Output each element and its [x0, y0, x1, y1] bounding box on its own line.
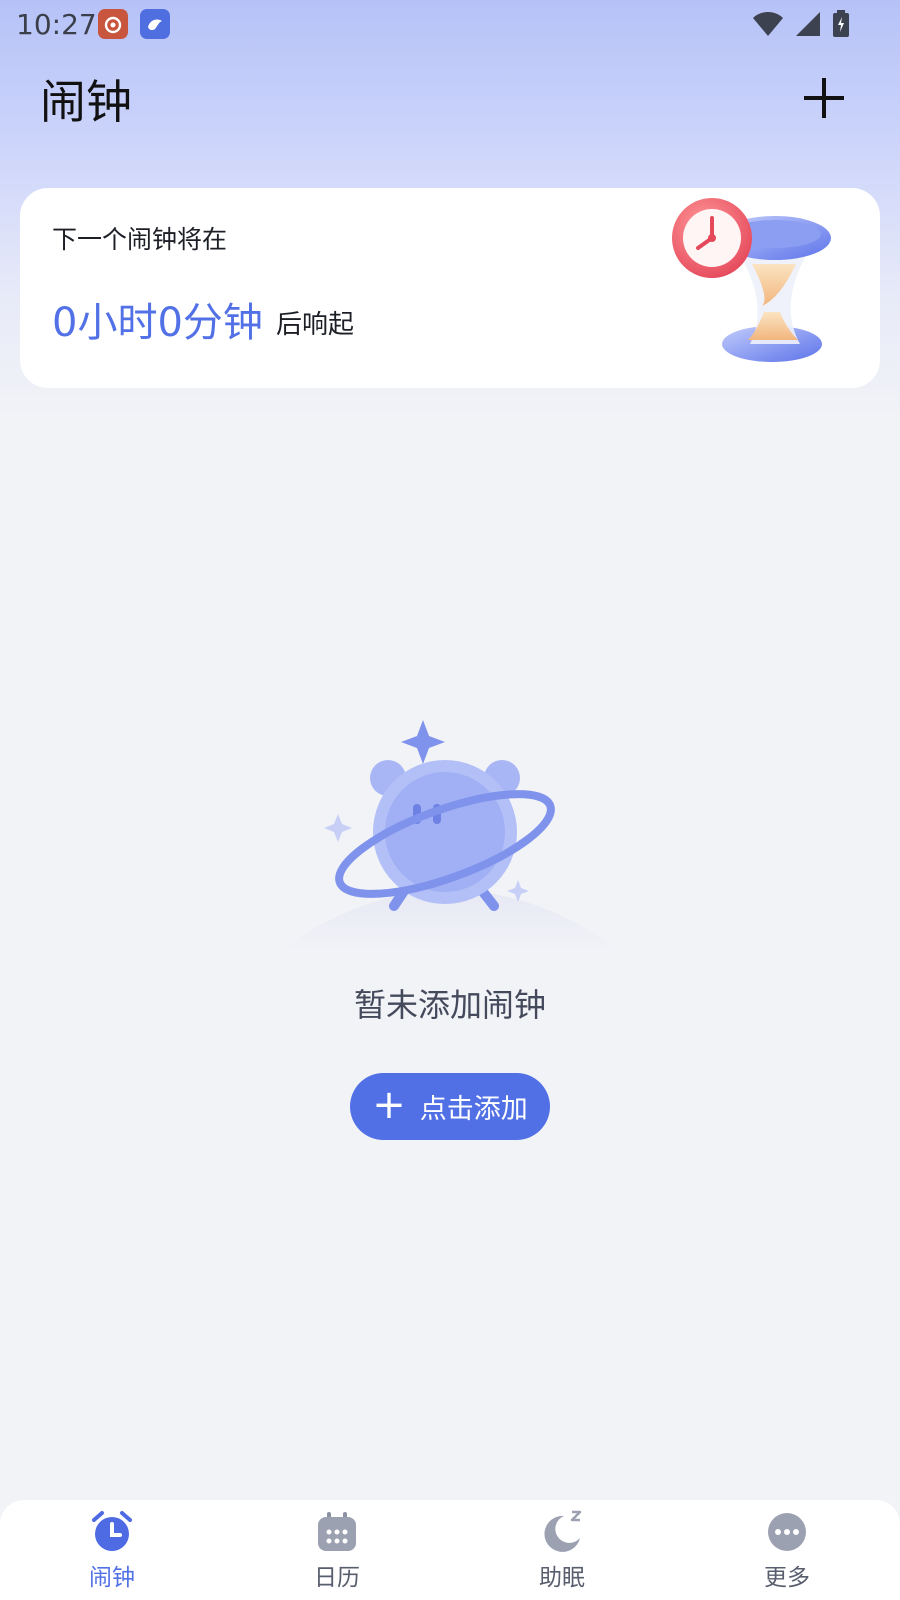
nav-item-calendar[interactable]: 日历 [277, 1510, 397, 1596]
nav-item-sleep[interactable]: 助眠 [502, 1510, 622, 1596]
nav-label-more: 更多 [764, 1565, 810, 1591]
click-add-label: 点击添加 [419, 1094, 528, 1125]
alarm-clock-icon [92, 1511, 132, 1551]
empty-message: 暂未添加闹钟 [353, 986, 546, 1024]
plus-icon [804, 78, 844, 118]
cell-signal-icon [796, 12, 820, 36]
page-title: 闹钟 [40, 75, 132, 129]
next-alarm-card: 下一个闹钟将在 0小时0分钟 后响起 [20, 188, 880, 388]
nav-label-calendar: 日历 [314, 1565, 360, 1591]
status-time: 10:27 [16, 8, 97, 41]
nav-label-alarm: 闹钟 [89, 1565, 135, 1591]
bottom-nav: 闹钟 日历 助眠 更多 [0, 1500, 900, 1600]
nav-item-alarm[interactable]: 闹钟 [52, 1510, 172, 1596]
nav-label-sleep: 助眠 [539, 1565, 585, 1591]
click-add-button[interactable]: + 点击添加 [350, 1073, 550, 1140]
add-alarm-button[interactable] [800, 74, 848, 122]
battery-icon [833, 10, 849, 37]
bird-app-icon [140, 9, 170, 39]
next-alarm-suffix: 后响起 [276, 310, 355, 340]
weibo-icon [98, 9, 128, 39]
next-alarm-label: 下一个闹钟将在 [52, 225, 228, 254]
hourglass-clock-illustration [672, 198, 831, 362]
more-dots-icon [768, 1513, 806, 1551]
status-icons [752, 10, 850, 38]
status-bar: 10:27 [0, 0, 900, 48]
nav-item-more[interactable]: 更多 [727, 1510, 847, 1596]
next-alarm-countdown: 0小时0分钟 [52, 300, 263, 346]
calendar-icon [318, 1512, 356, 1551]
alarm-clock-planet-illustration [280, 720, 620, 950]
plus-icon: + [372, 1081, 406, 1128]
moon-sleep-icon [544, 1510, 582, 1552]
wifi-icon [753, 12, 783, 36]
